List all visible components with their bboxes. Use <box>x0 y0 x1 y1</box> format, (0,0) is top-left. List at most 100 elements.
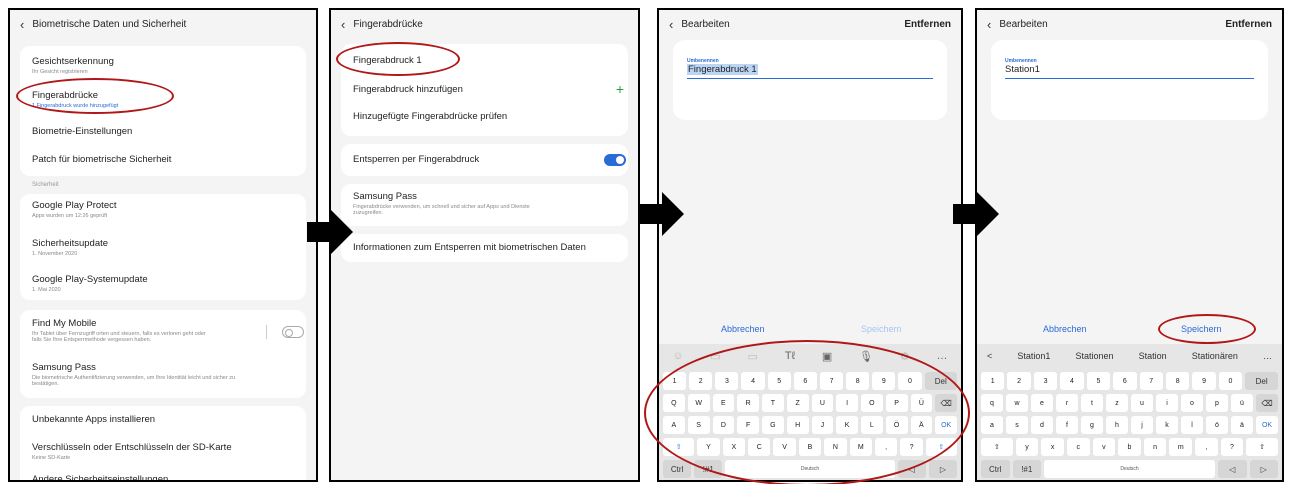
samsung-pass-item[interactable]: Samsung Pass Die biometrische Authentifi… <box>32 362 306 387</box>
key[interactable]: ü <box>1231 394 1253 412</box>
key[interactable]: s <box>1006 416 1028 434</box>
other-security-item[interactable]: Andere Sicherheitseinstellungen <box>32 474 306 480</box>
cancel-button[interactable]: Abbrechen <box>1043 324 1087 334</box>
ctrl-key[interactable]: Ctrl <box>663 460 692 478</box>
key[interactable]: 6 <box>793 372 817 390</box>
key[interactable]: , <box>874 438 898 456</box>
key[interactable]: 1 <box>981 372 1005 390</box>
key[interactable]: V <box>773 438 796 456</box>
remove-button[interactable]: Entfernen <box>904 19 951 30</box>
sd-encrypt-item[interactable]: Verschlüsseln oder Entschlüsseln der SD-… <box>32 442 306 461</box>
suggestion[interactable]: Stationen <box>1076 351 1114 361</box>
key[interactable]: j <box>1131 416 1153 434</box>
key[interactable]: J <box>811 416 834 434</box>
biometric-info-item[interactable]: Informationen zum Entsperren mit biometr… <box>353 242 628 253</box>
system-update-item[interactable]: Google Play-Systemupdate 1. Mai 2020 <box>32 274 306 293</box>
left-arrow-key[interactable]: ◁ <box>1218 460 1247 478</box>
key[interactable]: 9 <box>1192 372 1216 390</box>
unlock-fingerprint-item[interactable]: Entsperren per Fingerabdruck <box>353 154 628 165</box>
key[interactable]: ? <box>900 438 923 456</box>
samsung-pass-item[interactable]: Samsung Pass Fingerabdrücke verwenden, u… <box>353 191 628 216</box>
handwriting-icon[interactable]: Tℓ <box>785 350 795 362</box>
key[interactable]: H <box>786 416 809 434</box>
ok-key[interactable]: OK <box>935 416 957 434</box>
symbols-key[interactable]: !#1 <box>1012 460 1041 478</box>
cancel-button[interactable]: Abbrechen <box>721 324 765 334</box>
key[interactable]: K <box>836 416 858 434</box>
key[interactable]: P <box>885 394 908 412</box>
key[interactable]: m <box>1169 438 1193 456</box>
play-protect-item[interactable]: Google Play Protect Apps wurden um 12:26… <box>32 200 306 219</box>
key[interactable]: k <box>1156 416 1178 434</box>
key[interactable]: d <box>1031 416 1053 434</box>
unlock-fingerprint-toggle[interactable] <box>604 154 626 166</box>
key[interactable]: z <box>1106 394 1128 412</box>
key[interactable]: u <box>1131 394 1153 412</box>
key[interactable]: Ö <box>885 416 908 434</box>
biometric-settings-item[interactable]: Biometrie-Einstellungen <box>32 126 306 137</box>
back-icon[interactable]: ‹ <box>669 18 673 31</box>
backspace-key[interactable]: ⌫ <box>1256 394 1278 412</box>
key[interactable]: x <box>1041 438 1064 456</box>
rename-input[interactable]: Station1 <box>1005 64 1040 75</box>
key[interactable]: ä <box>1231 416 1253 434</box>
find-my-mobile-item[interactable]: Find My Mobile Ihr Tablet über Fernzugri… <box>32 318 256 343</box>
key[interactable]: p <box>1206 394 1228 412</box>
key[interactable]: G <box>762 416 784 434</box>
key[interactable]: F <box>737 416 759 434</box>
key[interactable]: Y <box>697 438 720 456</box>
key[interactable]: M <box>849 438 872 456</box>
security-update-item[interactable]: Sicherheitsupdate 1. November 2020 <box>32 238 306 257</box>
suggestion[interactable]: Station1 <box>1017 351 1050 361</box>
back-icon[interactable]: ‹ <box>20 18 24 31</box>
key[interactable]: 3 <box>1033 372 1058 390</box>
shift-key[interactable]: ⇧ <box>925 438 958 456</box>
backspace-key[interactable]: ⌫ <box>935 394 957 412</box>
key[interactable]: S <box>687 416 710 434</box>
key[interactable]: U <box>811 394 834 412</box>
rename-input[interactable]: Fingerabdruck 1 <box>687 64 758 75</box>
suggestion-back-icon[interactable]: < <box>987 351 992 361</box>
remove-button[interactable]: Entfernen <box>1225 19 1272 30</box>
key[interactable]: r <box>1056 394 1078 412</box>
microphone-icon[interactable]: 🎙 <box>859 350 873 363</box>
key[interactable]: L <box>861 416 883 434</box>
key[interactable]: o <box>1181 394 1203 412</box>
key[interactable]: A <box>663 416 685 434</box>
key[interactable]: w <box>1006 394 1028 412</box>
key[interactable]: l <box>1181 416 1203 434</box>
key[interactable]: 9 <box>872 372 896 390</box>
clipboard-icon[interactable]: ▣ <box>822 350 832 363</box>
key[interactable]: i <box>1156 394 1178 412</box>
key[interactable]: q <box>981 394 1003 412</box>
key[interactable]: n <box>1143 438 1167 456</box>
fingerprints-item[interactable]: Fingerabdrücke 1 Fingerabdruck wurde hin… <box>32 90 306 109</box>
key[interactable]: Z <box>786 394 809 412</box>
key[interactable]: 5 <box>1086 372 1111 390</box>
key[interactable]: R <box>737 394 759 412</box>
key[interactable]: 3 <box>715 372 739 390</box>
more-icon[interactable]: … <box>937 350 948 362</box>
ctrl-key[interactable]: Ctrl <box>981 460 1010 478</box>
key[interactable]: 4 <box>1060 372 1084 390</box>
key[interactable]: 1 <box>663 372 687 390</box>
sticker-icon[interactable]: ▭ <box>710 350 720 363</box>
key[interactable]: E <box>712 394 735 412</box>
unknown-apps-item[interactable]: Unbekannte Apps installieren <box>32 414 306 425</box>
key[interactable]: y <box>1015 438 1039 456</box>
key[interactable]: b <box>1118 438 1141 456</box>
gif-icon[interactable]: ▭ <box>748 350 758 363</box>
key[interactable]: c <box>1066 438 1090 456</box>
ok-key[interactable]: OK <box>1256 416 1278 434</box>
face-recognition-item[interactable]: Gesichtserkennung Ihr Gesicht registrier… <box>32 56 306 75</box>
shift-key[interactable]: ⇧ <box>663 438 695 456</box>
save-button[interactable]: Speichern <box>1181 324 1222 334</box>
symbols-key[interactable]: !#1 <box>694 460 723 478</box>
emoji-icon[interactable]: ☺ <box>672 350 683 362</box>
key[interactable]: v <box>1092 438 1116 456</box>
shift-key[interactable]: ⇧ <box>1246 438 1278 456</box>
key[interactable]: 4 <box>741 372 765 390</box>
back-icon[interactable]: ‹ <box>987 18 991 31</box>
key[interactable]: X <box>722 438 746 456</box>
key[interactable]: ö <box>1206 416 1228 434</box>
